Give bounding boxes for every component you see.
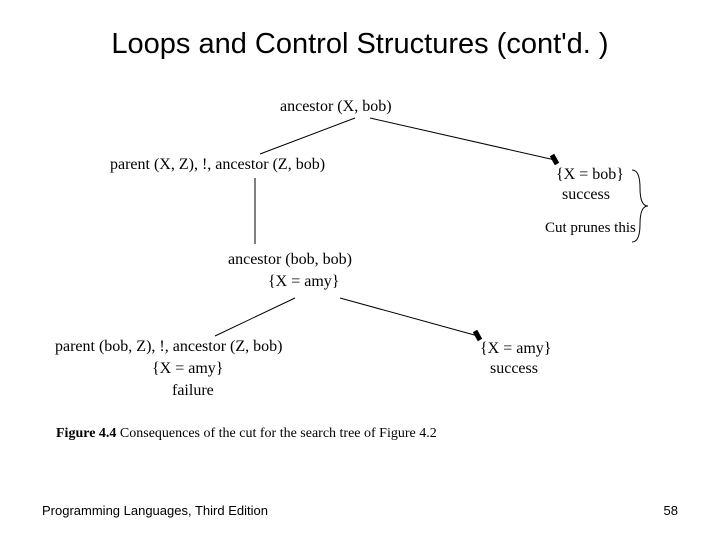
figure-caption-row: Figure 4.4 Consequences of the cut for t…	[56, 426, 437, 442]
tree-right2-result: success	[490, 360, 538, 378]
tree-right1-binding: {X = bob}	[556, 166, 624, 184]
figure-label: Figure 4.4	[56, 426, 116, 441]
tree-mid-binding: {X = amy}	[268, 273, 339, 291]
tree-left2-binding: {X = amy}	[152, 360, 223, 378]
slide-title: Loops and Control Structures (cont'd. )	[0, 28, 720, 61]
tree-left2-result: failure	[172, 382, 214, 400]
tree-left1: parent (X, Z), !, ancestor (Z, bob)	[110, 156, 325, 174]
prune-note: Cut prunes this	[545, 220, 636, 237]
footer-page-number: 58	[664, 503, 678, 518]
tree-right2-binding: {X = amy}	[480, 340, 551, 358]
footer-book-title: Programming Languages, Third Edition	[42, 503, 268, 518]
tree-mid: ancestor (bob, bob)	[228, 251, 352, 269]
search-tree-diagram: ancestor (X, bob) parent (X, Z), !, ance…	[0, 88, 720, 468]
figure-caption: Consequences of the cut for the search t…	[120, 426, 437, 441]
tree-edges	[0, 88, 720, 468]
tree-right1-result: success	[562, 186, 610, 204]
tree-left2: parent (bob, Z), !, ancestor (Z, bob)	[55, 338, 282, 356]
tree-root: ancestor (X, bob)	[280, 98, 392, 116]
